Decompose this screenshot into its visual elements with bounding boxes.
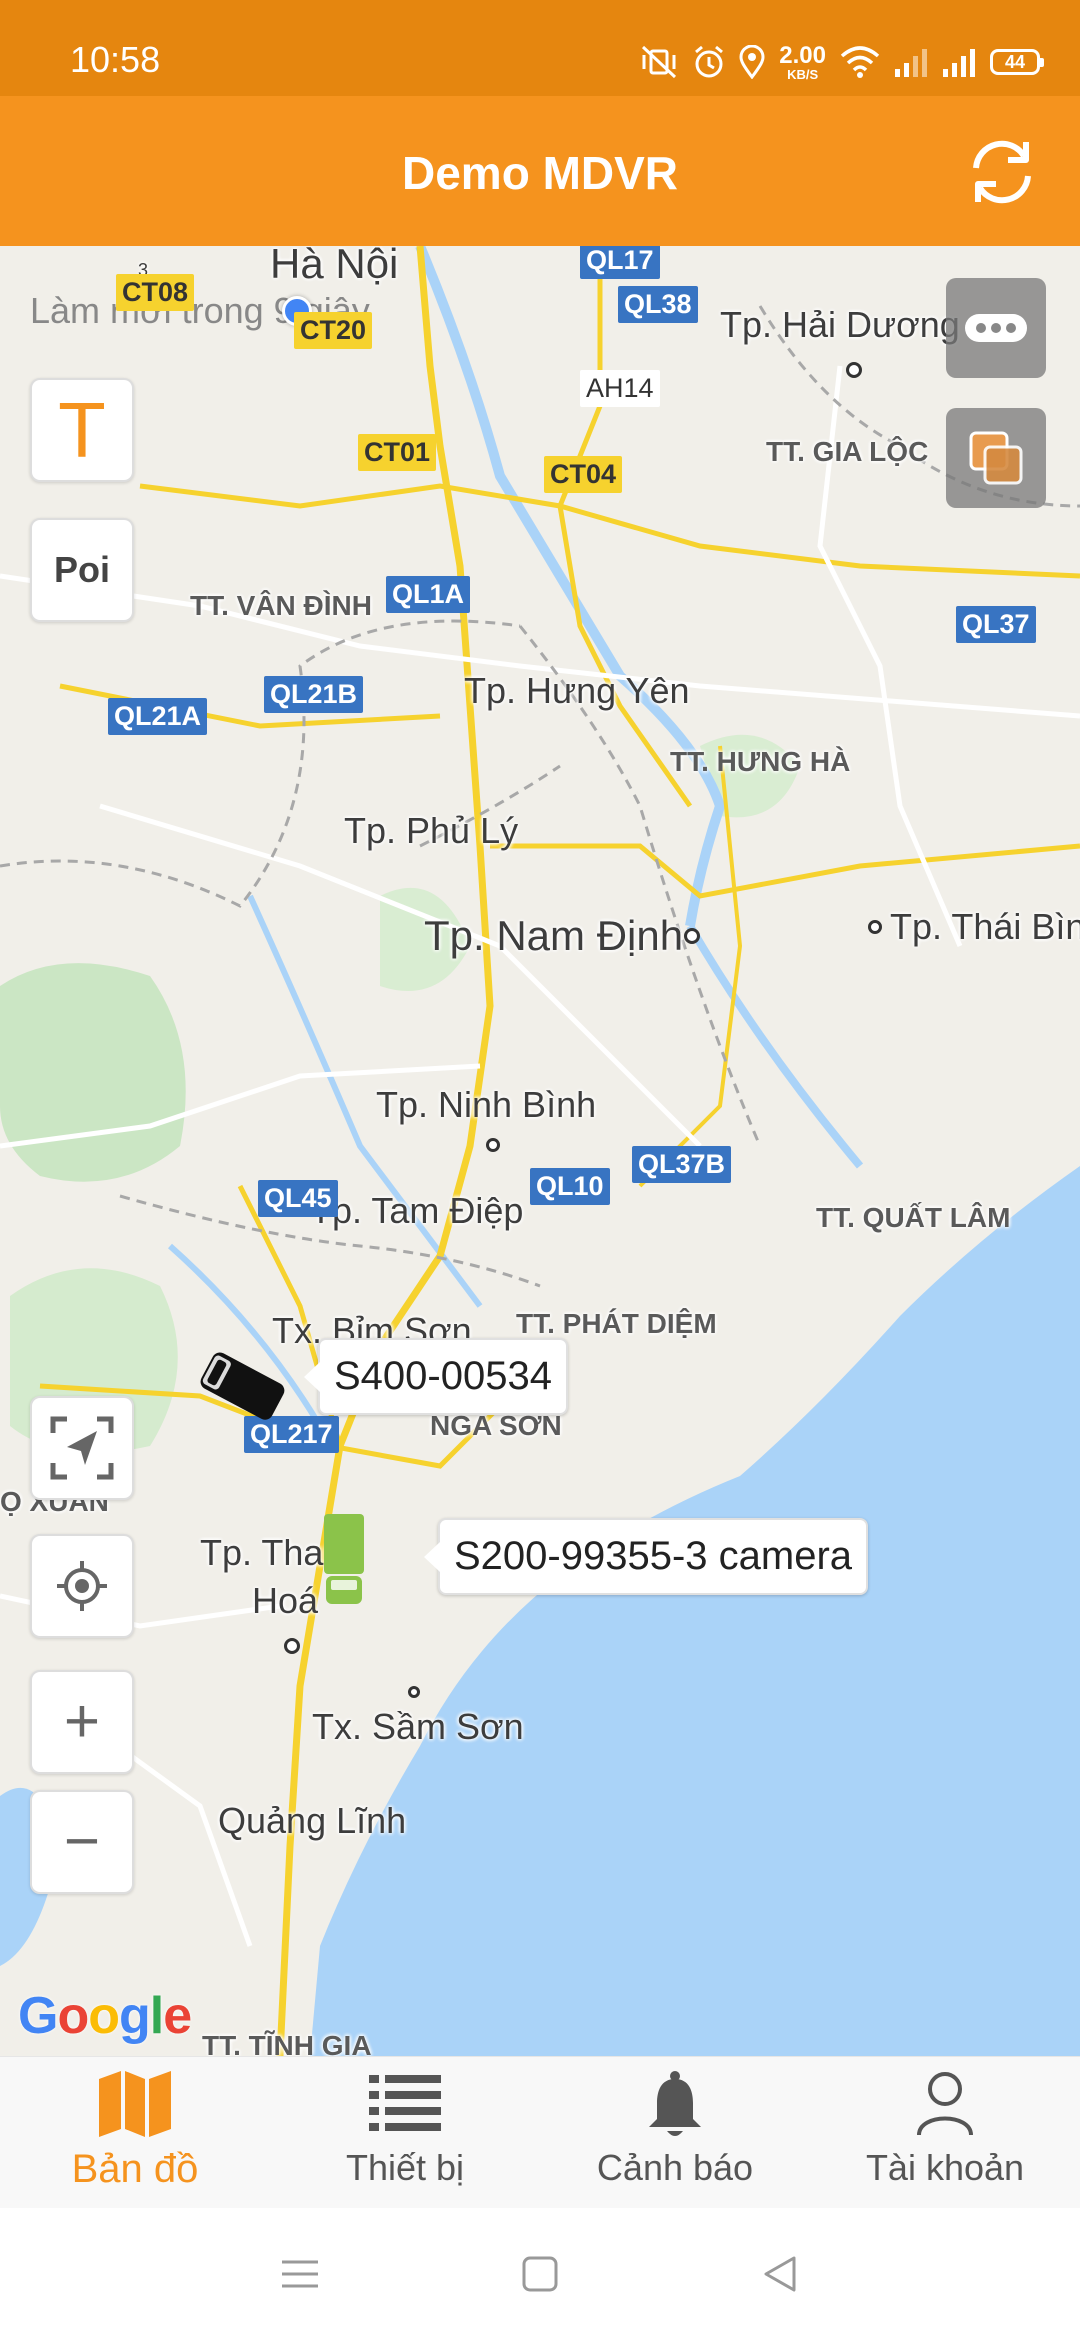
road-badge: AH14 — [580, 370, 660, 407]
fit-bounds-button[interactable] — [30, 1396, 134, 1500]
road-badge: CT04 — [544, 456, 623, 493]
road-badge: QL45 — [258, 1180, 338, 1217]
place-label: Quảng Lĩnh — [218, 1800, 407, 1841]
more-button[interactable] — [946, 278, 1046, 378]
road-badge: QL17 — [580, 246, 660, 279]
zoom-in-label: + — [63, 1687, 101, 1756]
place-label: Tp. Ninh Bình — [376, 1084, 597, 1125]
place-label: Tp. Hải Dương — [720, 304, 960, 345]
bottom-nav: Bản đồ Thiết bị Cảnh báo Tài khoản — [0, 2056, 1080, 2208]
city-dot — [284, 1638, 300, 1654]
nav-label: Tài khoản — [865, 2147, 1025, 2188]
road-badge: QL1A — [386, 576, 471, 613]
road-badge: CT20 — [294, 312, 373, 349]
home-icon[interactable] — [520, 2254, 560, 2294]
nav-label: Bản đồ — [71, 2147, 199, 2191]
more-icon — [965, 314, 1027, 342]
map-base — [0, 246, 1080, 2056]
place-label: TT. HƯNG HÀ — [670, 746, 851, 777]
city-dot — [868, 920, 882, 934]
road-badge: QL38 — [618, 286, 698, 323]
map-icon — [99, 2071, 171, 2137]
road-badge: QL37B — [632, 1146, 732, 1183]
mute-vibrate-icon — [642, 45, 677, 79]
place-label: TT. GIA LỘC — [766, 436, 929, 467]
back-icon[interactable] — [760, 2254, 800, 2294]
road-badge: QL10 — [530, 1168, 610, 1205]
place-label: Tx. Sầm Sơn — [312, 1706, 524, 1747]
user-icon — [917, 2072, 973, 2136]
menu-icon[interactable] — [280, 2256, 320, 2292]
app-title: Demo MDVR — [401, 147, 679, 199]
city-dot — [408, 1686, 420, 1698]
road-badge: CT08 — [116, 274, 195, 311]
place-label: Tp. Tam Điệp — [310, 1190, 524, 1231]
net-speed-unit: KB/S — [787, 66, 819, 82]
place-label: TT. PHÁT DIỆM — [516, 1308, 717, 1339]
nav-item-alerts[interactable]: Cảnh báo — [540, 2057, 810, 2208]
location-icon — [739, 45, 765, 79]
nav-item-map[interactable]: Bản đồ — [0, 2057, 270, 2208]
city-dot — [486, 1138, 500, 1152]
nav-item-devices[interactable]: Thiết bị — [270, 2057, 540, 2208]
poi-button[interactable]: Poi — [30, 518, 134, 622]
list-icon — [369, 2075, 441, 2131]
vehicle-marker-s400[interactable] — [192, 1342, 292, 1432]
place-label: Tp. Phủ Lý — [344, 810, 519, 851]
text-toggle-label: T — [58, 386, 106, 474]
status-time: 10:58 — [70, 39, 161, 80]
my-location-button[interactable] — [30, 1534, 134, 1638]
nav-label: Cảnh báo — [596, 2147, 754, 2188]
zoom-out-button[interactable]: − — [30, 1790, 134, 1894]
status-bar: 10:58 2.00 KB/S 44 — [0, 0, 1080, 96]
road-badge: CT01 — [358, 434, 437, 471]
road-badge: QL21A — [108, 698, 208, 735]
wifi-icon — [840, 46, 880, 78]
battery-icon: 44 — [990, 49, 1044, 75]
app-bar: Demo MDVR — [0, 96, 1080, 246]
place-label: Tp. Thái Bìn — [890, 906, 1080, 947]
layers-button[interactable] — [946, 408, 1046, 508]
place-label: TT. VÂN ĐÌNH — [190, 590, 372, 621]
road-badge: QL21B — [264, 676, 364, 713]
place-label: TT. QUẤT LÂM — [816, 1202, 1011, 1233]
fit-bounds-icon — [50, 1416, 114, 1480]
road-badge: QL37 — [956, 606, 1036, 643]
zoom-out-label: − — [63, 1807, 101, 1876]
place-label: TT. TĨNH GIA — [202, 2030, 372, 2056]
google-logo: Google — [18, 1987, 192, 2045]
place-label: Tp. Nam Định — [424, 912, 684, 959]
system-nav-bar — [0, 2208, 1080, 2340]
place-label: Tp. Hưng Yên — [464, 670, 690, 711]
signal-icon — [943, 49, 975, 77]
refresh-icon[interactable] — [964, 134, 1040, 210]
my-location-icon — [57, 1561, 107, 1611]
nav-label: Thiết bị — [345, 2147, 465, 2188]
place-label: Hoá — [252, 1580, 319, 1621]
nav-item-account[interactable]: Tài khoản — [810, 2057, 1080, 2208]
map-view[interactable]: Làm mới trong 9 giây 3 Hà Nội Tp. Hải Dư… — [0, 246, 1080, 2056]
poi-label: Poi — [53, 549, 110, 590]
vehicle-label[interactable]: S200-99355-3 camera — [423, 1518, 869, 1595]
city-dot — [846, 362, 862, 378]
text-toggle-button[interactable]: T — [30, 378, 134, 482]
place-label: Hà Nội — [270, 246, 399, 287]
vehicle-marker-s200[interactable] — [318, 1512, 370, 1606]
net-speed-value: 2.00 — [779, 41, 826, 69]
vehicle-label[interactable]: S400-00534 — [304, 1338, 568, 1415]
bell-icon — [649, 2071, 701, 2136]
status-icons: 2.00 KB/S 44 — [639, 34, 1044, 90]
alarm-icon — [695, 45, 724, 78]
city-dot — [684, 928, 700, 944]
signal-icon — [895, 49, 927, 77]
layers-icon — [969, 431, 1023, 485]
net-speed: 2.00 KB/S — [779, 41, 826, 82]
zoom-in-button[interactable]: + — [30, 1670, 134, 1774]
